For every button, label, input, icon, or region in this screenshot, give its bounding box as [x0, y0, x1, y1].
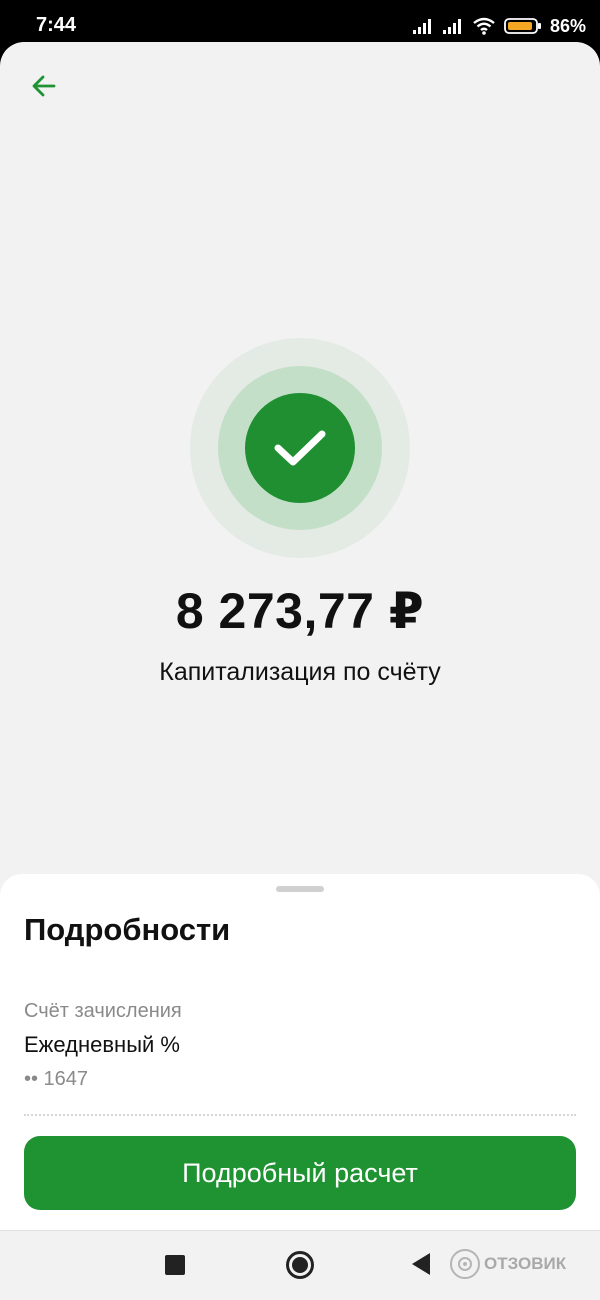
account-name: Ежедневный % [24, 1032, 180, 1057]
recents-icon[interactable] [165, 1255, 185, 1275]
status-icons: 86% [412, 14, 586, 38]
watermark-logo-icon [450, 1249, 480, 1279]
back-button[interactable] [22, 64, 66, 108]
watermark-text: ОТЗОВИК [484, 1254, 567, 1273]
success-circle [245, 393, 355, 503]
operation-amount: 8 273,77 ₽ [175, 583, 425, 639]
wifi-icon [473, 17, 495, 35]
back-icon[interactable] [412, 1253, 430, 1275]
battery-percent: 86% [549, 15, 586, 36]
status-time: 7:44 [36, 14, 77, 36]
signal-icon [412, 19, 431, 34]
success-graphic [190, 338, 410, 558]
home-icon[interactable] [286, 1251, 314, 1279]
check-icon [274, 430, 326, 466]
details-title: Подробности [24, 912, 231, 947]
signal-icon [442, 19, 461, 34]
sheet-drag-handle[interactable] [276, 886, 324, 892]
account-label: Счёт зачисления [24, 1000, 182, 1022]
watermark: ОТЗОВИК [450, 1249, 566, 1279]
divider [24, 1114, 576, 1116]
details-sheet: Подробности Счёт зачисления Ежедневный %… [0, 874, 600, 1230]
battery-icon [504, 18, 541, 34]
home-icon-dot [292, 1257, 308, 1273]
arrow-left-icon [32, 75, 56, 97]
detailed-calculation-button[interactable]: Подробный расчет [24, 1136, 576, 1210]
screen: 8 273,77 ₽ Капитализация по счёту Подроб… [0, 42, 600, 1230]
operation-title: Капитализация по счёту [159, 658, 441, 686]
account-number: •• 1647 [24, 1068, 89, 1090]
system-nav-bar: ОТЗОВИК [0, 1230, 600, 1300]
